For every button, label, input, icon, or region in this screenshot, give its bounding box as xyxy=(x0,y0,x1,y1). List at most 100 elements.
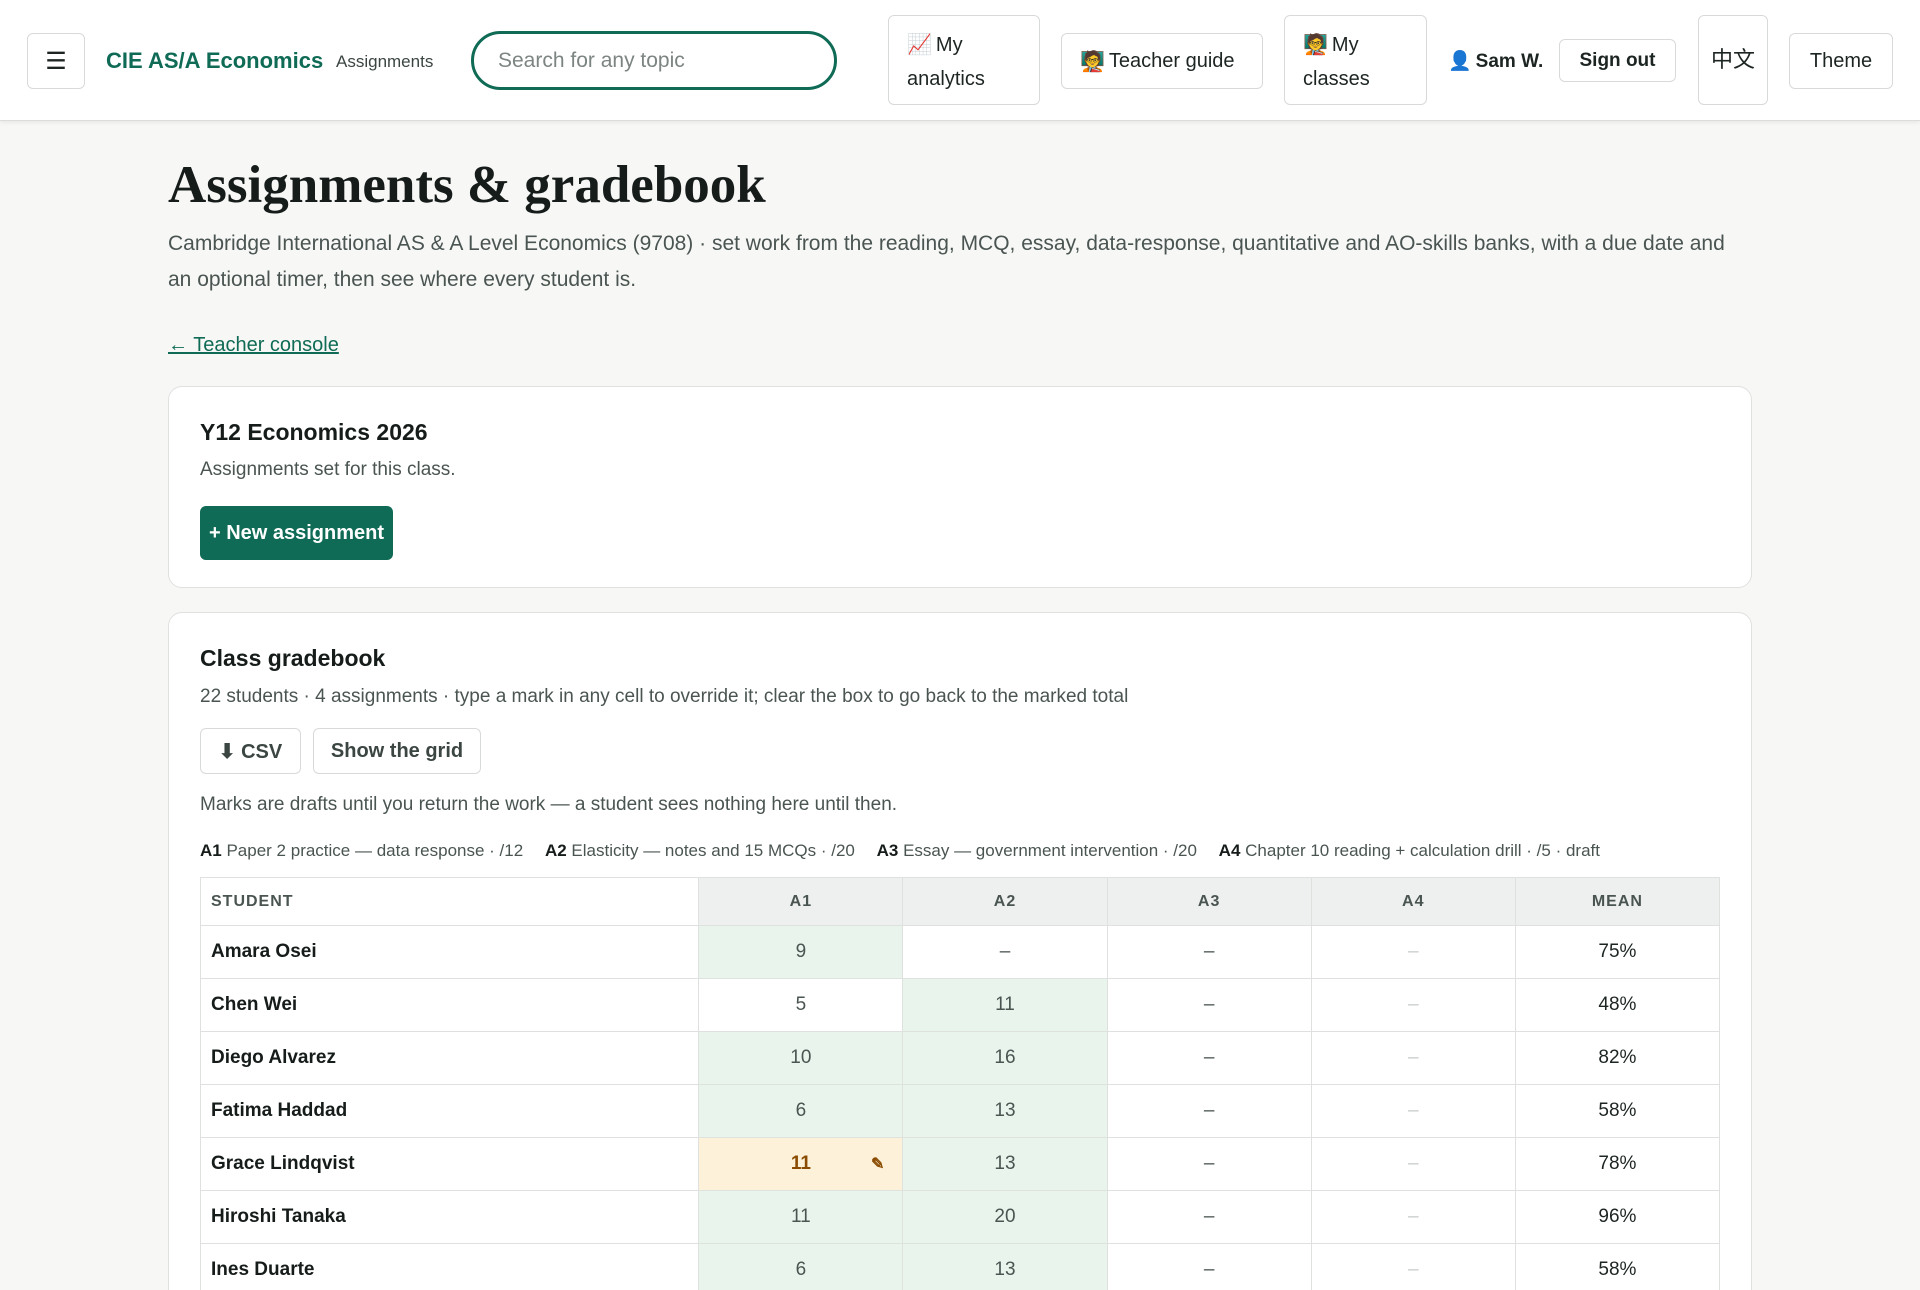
mark-cell[interactable]: – xyxy=(1106,1243,1312,1290)
mean-cell: 82% xyxy=(1514,1031,1721,1085)
mark-cell[interactable]: – xyxy=(1310,925,1516,979)
my-analytics-button[interactable]: 📈 My analytics xyxy=(888,15,1040,105)
mark-cell[interactable]: 11 xyxy=(698,1190,904,1244)
mean-cell: 58% xyxy=(1514,1243,1721,1290)
assignment-legend: A1 Paper 2 practice — data response · /1… xyxy=(200,841,1617,861)
student-name: Hiroshi Tanaka xyxy=(199,1190,700,1244)
search-input[interactable] xyxy=(471,31,837,90)
mark-cell[interactable]: 13 xyxy=(902,1243,1108,1290)
mark-cell[interactable]: 5 xyxy=(698,978,904,1032)
mark-cell[interactable]: – xyxy=(1310,978,1516,1032)
teacher-icon: 🧑‍🏫 xyxy=(1303,34,1328,56)
student-name: Ines Duarte xyxy=(199,1243,700,1290)
gradebook-subtitle: 22 students · 4 assignments · type a mar… xyxy=(200,686,1129,707)
mark-cell[interactable]: – xyxy=(1310,1243,1516,1290)
table-row: Diego Alvarez 10 16 – – 82% xyxy=(199,1031,1721,1085)
language-label-line1: 中 xyxy=(1710,47,1733,72)
sign-out-button[interactable]: Sign out xyxy=(1559,39,1676,82)
my-classes-button[interactable]: 🧑‍🏫 My classes xyxy=(1284,15,1427,105)
legend-item-a3: A3 Essay — government intervention · /20 xyxy=(876,841,1197,860)
my-analytics-label-line2: analytics xyxy=(907,68,985,90)
mean-cell: 78% xyxy=(1514,1137,1721,1191)
student-name: Grace Lindqvist xyxy=(199,1137,700,1191)
student-name: Fatima Haddad xyxy=(199,1084,700,1138)
column-header-mean: MEAN xyxy=(1514,877,1721,926)
mark-cell[interactable]: – xyxy=(1106,1084,1312,1138)
legend-item-a4: A4 Chapter 10 reading + calculation dril… xyxy=(1218,841,1600,860)
class-title: Y12 Economics 2026 xyxy=(200,419,428,445)
user-name: Sam W. xyxy=(1475,51,1544,72)
student-name: Diego Alvarez xyxy=(199,1031,700,1085)
table-row: Hiroshi Tanaka 11 20 – – 96% xyxy=(199,1190,1721,1244)
column-header-a3[interactable]: A3 xyxy=(1106,877,1312,926)
brand-link[interactable]: CIE AS/A Economics xyxy=(106,48,323,74)
mark-cell[interactable]: 9 xyxy=(698,925,904,979)
student-name: Chen Wei xyxy=(199,978,700,1032)
page-title: Assignments & gradebook xyxy=(168,156,766,214)
column-header-a4[interactable]: A4 xyxy=(1310,877,1516,926)
teacher-console-link[interactable]: ← Teacher console xyxy=(168,334,339,357)
chart-increasing-icon: 📈 xyxy=(907,34,932,56)
table-header-row: STUDENT A1 A2 A3 A4 MEAN xyxy=(199,877,1721,926)
top-bar: ☰ CIE AS/A Economics Assignments 📈My ana… xyxy=(0,0,1920,121)
table-row: Grace Lindqvist 11 ✎ 13 – – 78% xyxy=(199,1137,1721,1191)
table-row: Chen Wei 5 11 – – 48% xyxy=(199,978,1721,1032)
mark-cell[interactable]: 11 xyxy=(902,978,1108,1032)
mean-cell: 48% xyxy=(1514,978,1721,1032)
legend-item-a1: A1 Paper 2 practice — data response · /1… xyxy=(200,841,524,860)
override-mark-value: 11 xyxy=(790,1153,811,1174)
gradebook-table: STUDENT A1 A2 A3 A4 MEAN Amara Osei 9 – … xyxy=(199,877,1721,1290)
mark-cell[interactable]: 16 xyxy=(902,1031,1108,1085)
column-header-a1[interactable]: A1 xyxy=(698,877,904,926)
teacher-guide-button[interactable]: 🧑‍🏫 Teacher guide xyxy=(1061,33,1263,89)
mark-cell[interactable]: – xyxy=(1310,1084,1516,1138)
legend-item-a2: A2 Elasticity — notes and 15 MCQs · /20 xyxy=(544,841,855,860)
gradebook-title: Class gradebook xyxy=(200,645,386,671)
mark-cell-override[interactable]: 11 ✎ xyxy=(698,1137,904,1191)
theme-toggle-button[interactable]: Theme xyxy=(1789,33,1893,89)
pencil-icon: ✎ xyxy=(871,1156,885,1173)
student-name: Amara Osei xyxy=(199,925,700,979)
drafts-note: Marks are drafts until you return the wo… xyxy=(200,794,898,815)
page-description: Cambridge International AS & A Level Eco… xyxy=(168,232,1725,291)
mean-cell: 75% xyxy=(1514,925,1721,979)
new-assignment-button[interactable]: + New assignment xyxy=(200,506,393,560)
column-header-a2[interactable]: A2 xyxy=(902,877,1108,926)
class-subtitle: Assignments set for this class. xyxy=(200,459,456,480)
mark-cell[interactable]: 6 xyxy=(698,1243,904,1290)
my-classes-label-line2: classes xyxy=(1303,68,1370,90)
brand-section-label: Assignments xyxy=(336,52,434,71)
mark-cell[interactable]: – xyxy=(1310,1190,1516,1244)
mark-cell[interactable]: 13 xyxy=(902,1084,1108,1138)
show-grid-button[interactable]: Show the grid xyxy=(313,728,481,774)
table-row: Fatima Haddad 6 13 – – 58% xyxy=(199,1084,1721,1138)
language-toggle-button[interactable]: 中 文 xyxy=(1698,15,1768,105)
mark-cell[interactable]: – xyxy=(1106,925,1312,979)
mark-cell[interactable]: 10 xyxy=(698,1031,904,1085)
teacher-guide-label: Teacher guide xyxy=(1108,49,1235,72)
column-header-student[interactable]: STUDENT xyxy=(199,877,700,926)
mark-cell[interactable]: – xyxy=(1106,1031,1312,1085)
csv-download-button[interactable]: ⬇ CSV xyxy=(200,728,301,774)
hamburger-menu-icon: ☰ xyxy=(45,47,67,75)
mark-cell[interactable]: – xyxy=(1310,1031,1516,1085)
my-classes-label-line1: My xyxy=(1331,34,1359,56)
mean-cell: 96% xyxy=(1514,1190,1721,1244)
mark-cell[interactable]: – xyxy=(1106,978,1312,1032)
mark-cell[interactable]: – xyxy=(1106,1190,1312,1244)
table-row: Ines Duarte 6 13 – – 58% xyxy=(199,1243,1721,1290)
class-card: Y12 Economics 2026 Assignments set for t… xyxy=(168,386,1752,588)
mark-cell[interactable]: 6 xyxy=(698,1084,904,1138)
table-row: Amara Osei 9 – – – 75% xyxy=(199,925,1721,979)
mark-cell[interactable]: – xyxy=(1106,1137,1312,1191)
user-icon: 👤 xyxy=(1448,51,1472,72)
menu-button[interactable]: ☰ xyxy=(27,33,85,89)
mark-cell[interactable]: – xyxy=(902,925,1108,979)
mark-cell[interactable]: 13 xyxy=(902,1137,1108,1191)
mean-cell: 58% xyxy=(1514,1084,1721,1138)
gradebook-card: Class gradebook 22 students · 4 assignme… xyxy=(168,612,1752,1290)
mark-cell[interactable]: – xyxy=(1310,1137,1516,1191)
teacher-icon: 🧑‍🏫 xyxy=(1080,50,1105,73)
mark-cell[interactable]: 20 xyxy=(902,1190,1108,1244)
language-label-line2: 文 xyxy=(1733,47,1756,72)
